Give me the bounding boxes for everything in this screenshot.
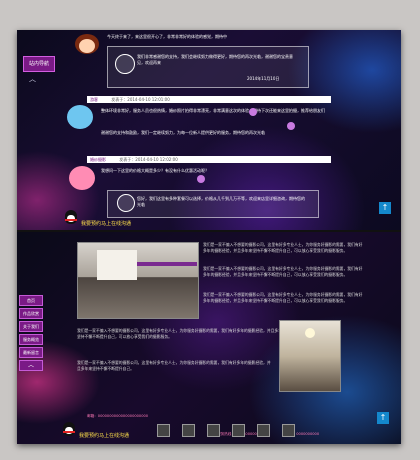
reply-time: 2014年11月10日 (247, 76, 280, 81)
intro-paragraph-3: 我们是一家不偏入不想要的摄影公司，这里有好多专业人士，为你服务好摄影的需要，我们… (203, 292, 363, 303)
intro-paragraph-1: 我们是一家不偏入不想要的摄影公司，这里有好多专业人士，为你服务好摄影的需要，我们… (203, 242, 363, 253)
menu-item-works[interactable]: 作品欣赏 (19, 308, 43, 319)
menu-item-about[interactable]: 关于我们 (19, 321, 43, 332)
chevron-up-icon[interactable]: ︿ (29, 74, 36, 84)
message-text: 我想问一下这里的价格大概是多少？有没有什么优惠活动呢？ (101, 168, 209, 173)
msg-author: 婚纱摄影 (90, 157, 106, 162)
studio-photo (77, 242, 199, 319)
msg-date: 发表于：2014-04-10 12:02:00 (119, 157, 178, 162)
thumbnail-strip (157, 422, 307, 441)
menu-item-home[interactable]: 首页 (19, 295, 43, 306)
girl-face (79, 39, 95, 53)
contact-email: 邮箱：0000000000000000000000 (87, 414, 149, 418)
message-header: 婚纱摄影 发表于：2014-04-10 12:02:00 (87, 156, 331, 163)
chat-online-link[interactable]: 我要预约马上在线沟通 (81, 220, 131, 227)
staff-avatar-icon (115, 54, 135, 74)
menu-item-services[interactable]: 服务概览 (19, 334, 43, 345)
heart-icon (249, 108, 257, 116)
thumbnail[interactable] (257, 424, 270, 437)
bear-avatar-icon (67, 105, 93, 129)
scroll-top-button[interactable]: ↑ (379, 202, 391, 214)
message-text: 整体环境非常好，服务人员也很热情，婚纱照片拍得非常漂亮，非常满意这次的体验，期待… (101, 108, 325, 113)
side-nav-tab[interactable]: 站内导航 (23, 56, 55, 72)
mockup-frame: 站内导航 ︿ 今天终于来了，来这里很开心了，非常非常好的体验的感觉，期待中 我们… (17, 30, 401, 444)
photo-lamp (305, 328, 315, 338)
thumbnail[interactable] (232, 424, 245, 437)
heart-icon (287, 122, 295, 130)
message-header: 游客 发表于：2014-04-10 12:01:00 (87, 96, 331, 103)
pink-bear-avatar-icon (69, 166, 95, 190)
scroll-top-button[interactable]: ↑ (377, 412, 389, 424)
about-panel: 首页 作品欣赏 关于我们 服务概览 最新留言 ︿ 我们是一家不偏入不想要的摄影公… (17, 232, 401, 444)
intro-paragraph-5: 我们是一家不偏入不想要的摄影公司，这里有好多专业人士，为你服务好摄影的需要，我们… (77, 360, 271, 371)
reply-text: 您好，我们这里有多种套餐可以选择，价格从几千到几万不等，欢迎来店里详细咨询，期待… (137, 196, 305, 207)
intro-text: 今天终于来了，来这里很开心了，非常非常好的体验的感觉，期待中 (107, 34, 227, 39)
thumbnail[interactable] (182, 424, 195, 437)
heart-icon (197, 175, 205, 183)
reply-text: 我们非常感谢您的支持，我们会继续努力做得更好，期待您的再次光临，谢谢您的宝贵意见… (137, 54, 293, 65)
staff-avatar-icon (117, 194, 135, 212)
photo-stripe (137, 262, 197, 266)
menu-item-messages[interactable]: 最新留言 (19, 347, 43, 358)
intro-paragraph-4: 我们是一家不偏入不想要的摄影公司，这里有好多专业人士，为你服务好摄影的需要，我们… (77, 328, 286, 339)
side-menu: 首页 作品欣赏 关于我们 服务概览 最新留言 ︿ (19, 295, 43, 373)
reply-text: 谢谢您的支持和鼓励，我们一定继续努力，为每一位新人提供更好的服务，期待您的再次光… (101, 130, 265, 135)
qq-penguin-icon[interactable] (63, 422, 75, 436)
thumbnail[interactable] (157, 424, 170, 437)
thumbnail[interactable] (282, 424, 295, 437)
chevron-up-icon[interactable]: ︿ (19, 360, 43, 371)
photo-window (97, 250, 137, 280)
guestbook-panel: 站内导航 ︿ 今天终于来了，来这里很开心了，非常非常好的体验的感觉，期待中 我们… (17, 30, 401, 230)
chat-online-link[interactable]: 我要预约马上在线沟通 (79, 432, 129, 439)
intro-paragraph-2: 我们是一家不偏入不想要的摄影公司，这里有好多专业人士，为你服务好摄影的需要，我们… (203, 266, 363, 277)
qq-penguin-icon[interactable] (65, 210, 77, 224)
msg-date: 发表于：2014-04-10 12:01:00 (111, 97, 170, 102)
msg-author: 游客 (90, 97, 98, 102)
thumbnail[interactable] (207, 424, 220, 437)
